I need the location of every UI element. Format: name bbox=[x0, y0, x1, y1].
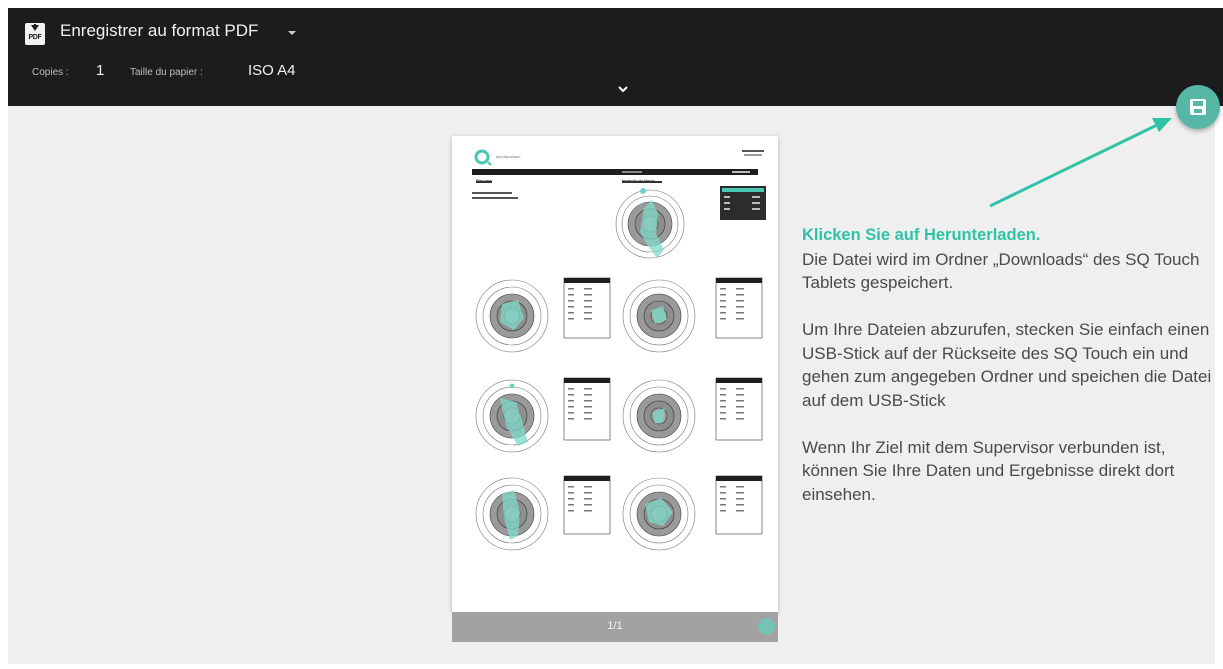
print-settings-header: PDF Enregistrer au format PDF Copies : 1… bbox=[8, 8, 1223, 106]
brand-name: sportquantum bbox=[496, 154, 521, 159]
page-preview[interactable]: sportquantum Résumé Impacts du tireur bbox=[452, 136, 778, 612]
target-grid bbox=[475, 277, 763, 551]
dropdown-caret-icon[interactable] bbox=[288, 31, 296, 35]
instructions-paragraph-1: Die Datei wird im Ordner „Downloads“ des… bbox=[802, 249, 1200, 293]
instructions-paragraph-3: Wenn Ihr Ziel mit dem Supervisor verbund… bbox=[802, 437, 1175, 504]
print-dialog: PDF Enregistrer au format PDF Copies : 1… bbox=[0, 0, 1223, 669]
brand-logo-icon bbox=[474, 149, 490, 165]
paper-size-label: Taille du papier : bbox=[130, 67, 203, 78]
paper-size-select[interactable]: ISO A4 bbox=[248, 62, 296, 79]
instructions-panel: Klicken Sie auf Herunterladen. Die Datei… bbox=[802, 224, 1212, 506]
main-target-diagram bbox=[615, 188, 685, 259]
save-icon bbox=[1190, 99, 1206, 115]
instructions-paragraph-2: Um Ihre Dateien abzurufen, stecken Sie e… bbox=[802, 320, 1212, 410]
page-check-icon[interactable] bbox=[758, 618, 775, 635]
copies-input[interactable]: 1 bbox=[96, 62, 104, 79]
save-button[interactable] bbox=[1176, 85, 1220, 129]
impacts-title: Impacts du tireur bbox=[622, 178, 655, 183]
page-preview-content bbox=[472, 149, 766, 551]
pdf-download-icon: PDF bbox=[25, 23, 45, 45]
copies-label: Copies : bbox=[32, 67, 69, 78]
summary-title: Résumé bbox=[476, 178, 492, 183]
destination-select[interactable]: Enregistrer au format PDF bbox=[60, 21, 258, 41]
instructions-heading: Klicken Sie auf Herunterladen. bbox=[802, 226, 1041, 244]
page-number: 1/1 bbox=[607, 620, 623, 632]
page-footer: 1/1 bbox=[452, 612, 778, 642]
chevron-down-icon[interactable] bbox=[615, 81, 631, 97]
